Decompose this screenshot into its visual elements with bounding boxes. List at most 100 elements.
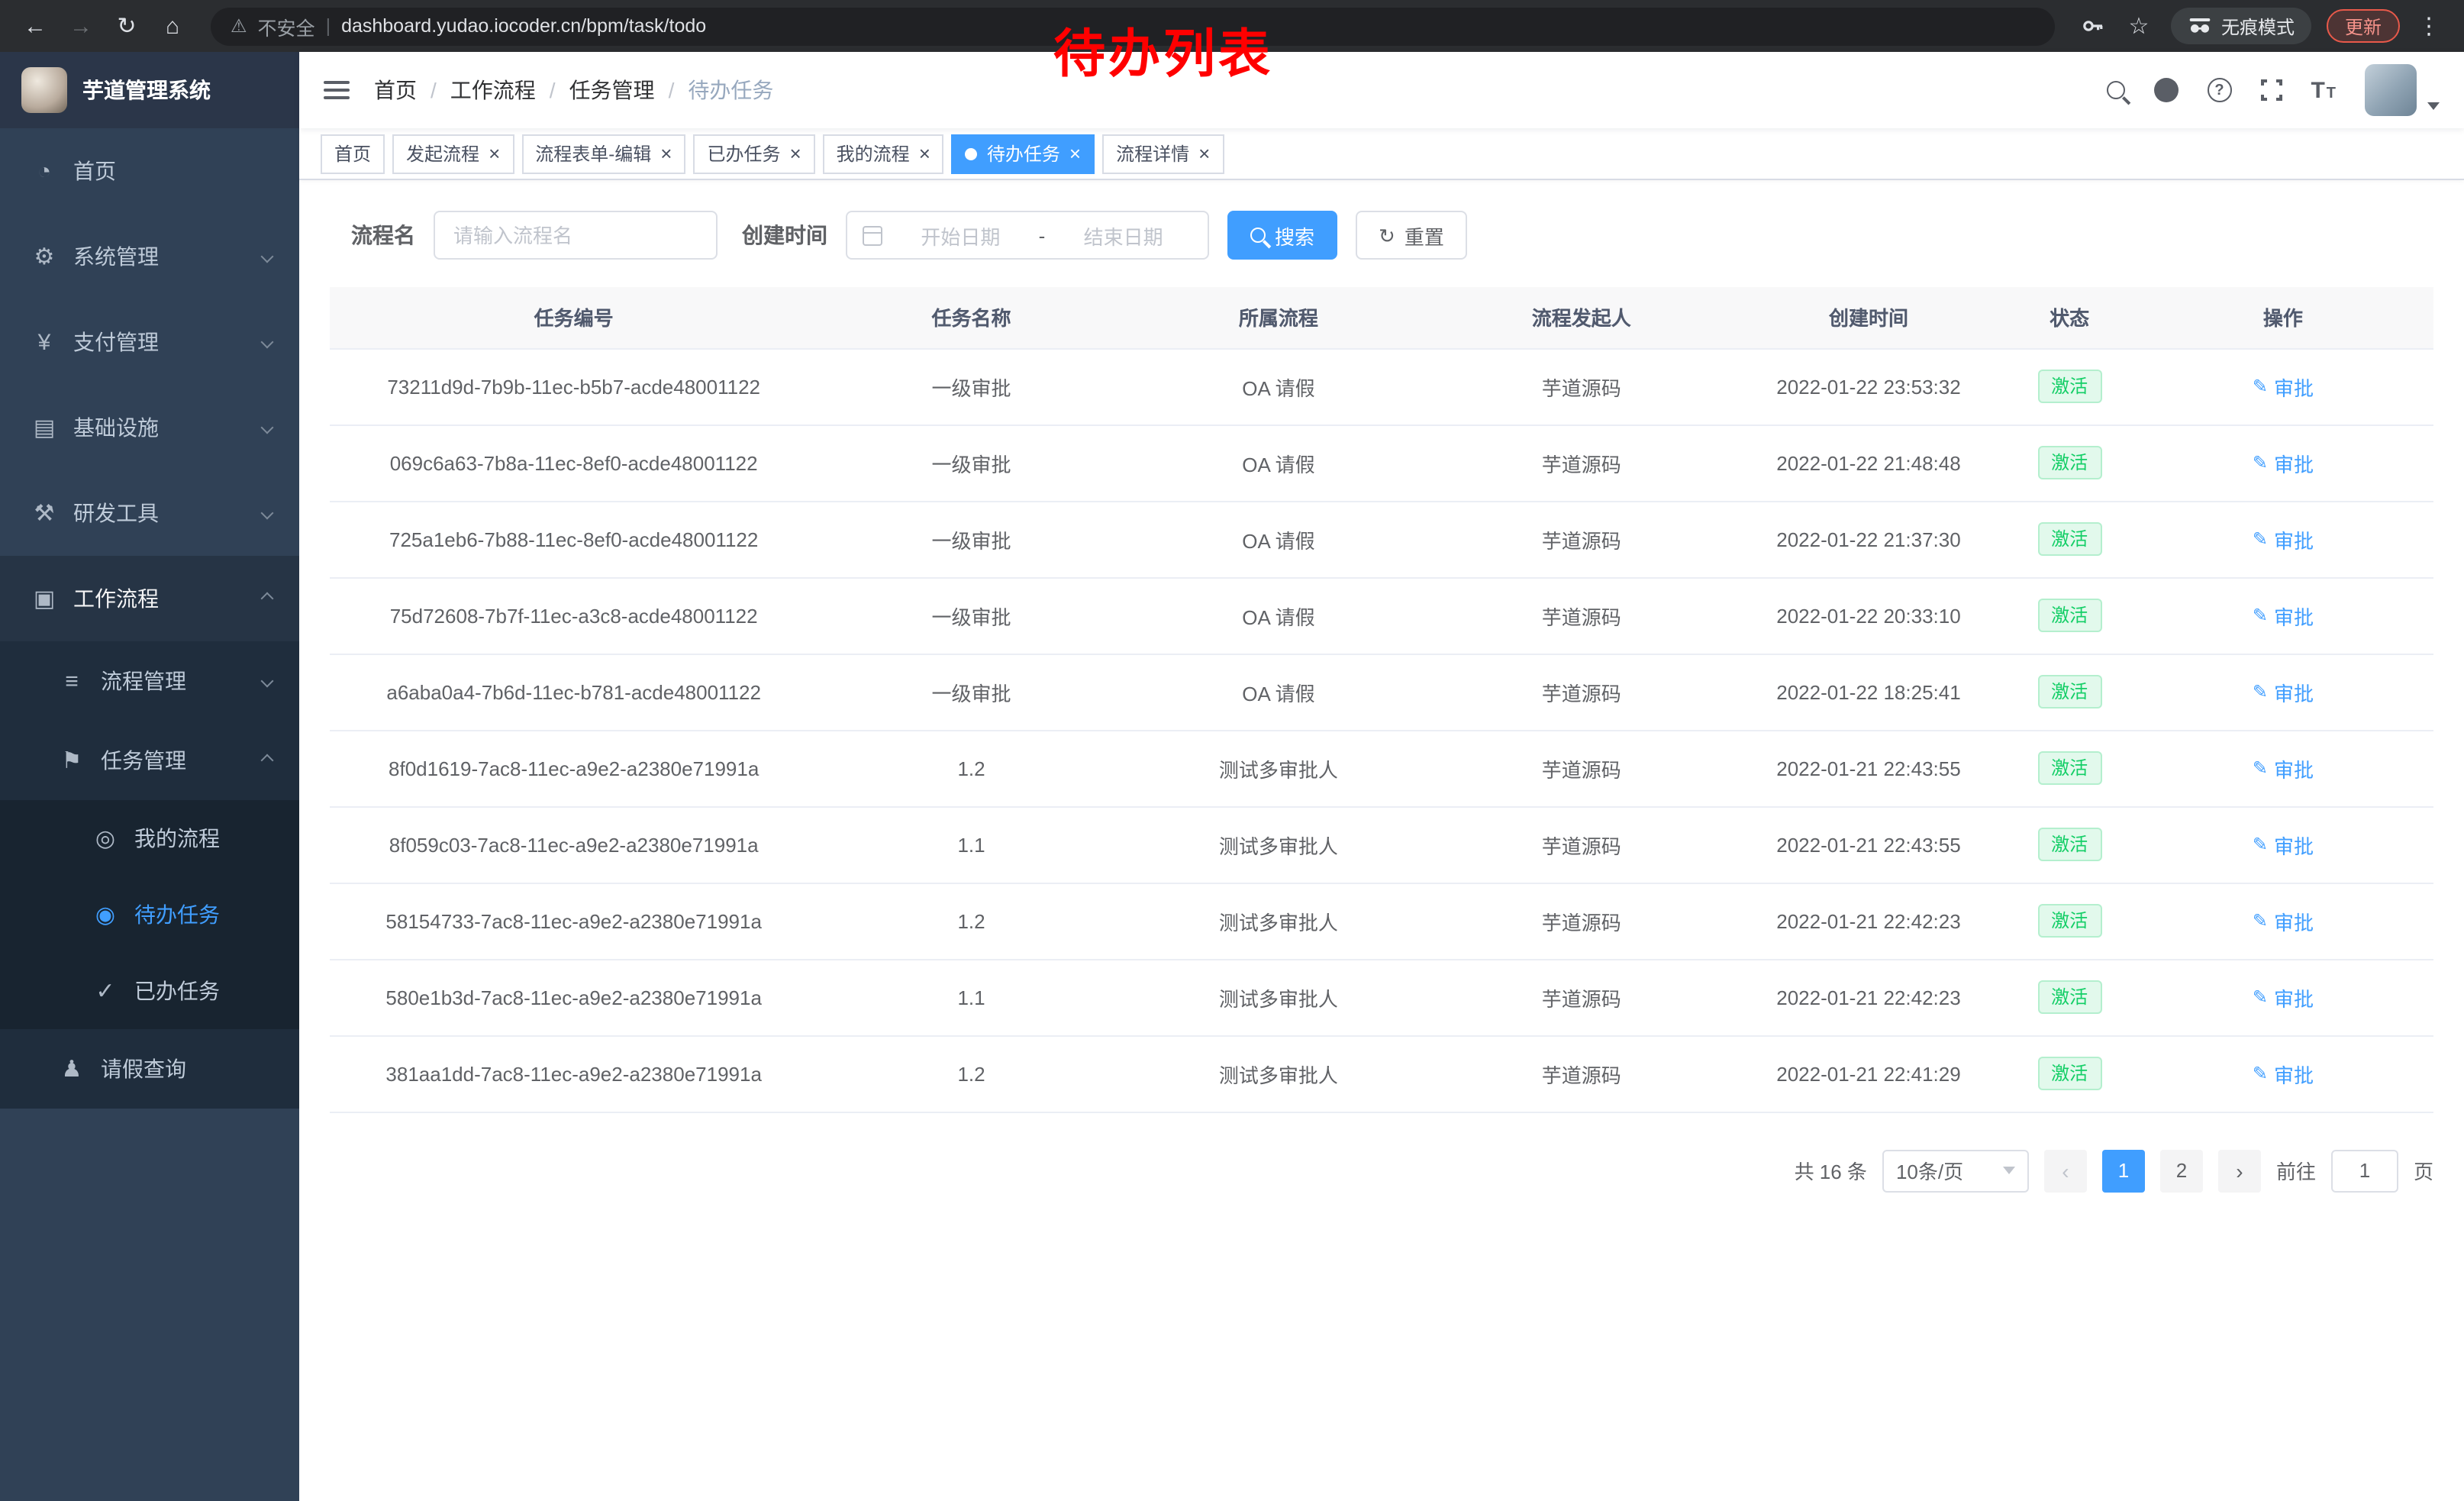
close-icon[interactable]: × [789, 144, 801, 163]
sidebar-item-system[interactable]: ⚙ 系统管理 [0, 214, 299, 299]
sidebar-item-workflow[interactable]: ▣ 工作流程 [0, 556, 299, 641]
tab-process-detail[interactable]: 流程详情 × [1102, 134, 1224, 173]
sidebar-item-payment[interactable]: ¥ 支付管理 [0, 299, 299, 385]
gear-icon: ⚙ [31, 243, 58, 270]
status-badge: 激活 [2037, 599, 2101, 632]
breadcrumb-separator: / [669, 78, 675, 102]
breadcrumb-separator: / [431, 78, 437, 102]
table-row: 580e1b3d-7ac8-11ec-a9e2-a2380e71991a 1.1… [330, 959, 2433, 1035]
refresh-icon: ↻ [1379, 225, 1395, 245]
back-icon[interactable]: ← [15, 15, 55, 37]
browser-menu-icon[interactable]: ⋮ [2409, 15, 2449, 37]
key-icon[interactable] [2073, 14, 2113, 38]
approve-link[interactable]: ✎审批 [2253, 677, 2314, 706]
status-badge: 激活 [2037, 1057, 2101, 1090]
page-size-select[interactable]: 10条/页 [1882, 1149, 2029, 1192]
tab-home[interactable]: 首页 [321, 134, 385, 173]
approve-link[interactable]: ✎审批 [2253, 525, 2314, 554]
github-icon[interactable] [2153, 78, 2178, 102]
approve-link[interactable]: ✎审批 [2253, 983, 2314, 1012]
cell-task-id: 725a1eb6-7b88-11ec-8ef0-acde48001122 [330, 501, 818, 577]
edit-icon: ✎ [2253, 452, 2268, 473]
cell-process: OA 请假 [1125, 654, 1432, 730]
reset-button[interactable]: ↻ 重置 [1356, 211, 1467, 260]
sidebar-item-leave-query[interactable]: ♟ 请假查询 [0, 1029, 299, 1109]
main-area: 首页 / 工作流程 / 任务管理 / 待办任务 ? T T [299, 52, 2464, 1501]
cell-task-id: 73211d9d-7b9b-11ec-b5b7-acde48001122 [330, 348, 818, 424]
chat-icon: ◎ [92, 825, 119, 852]
table-row: 8f059c03-7ac8-11ec-a9e2-a2380e71991a 1.1… [330, 806, 2433, 883]
next-page-button[interactable]: › [2218, 1149, 2261, 1192]
sidebar-item-my-process[interactable]: ◎ 我的流程 [0, 800, 299, 876]
page-button-2[interactable]: 2 [2160, 1149, 2203, 1192]
person-icon: ♟ [58, 1055, 85, 1083]
process-name-input[interactable] [434, 211, 718, 260]
url-separator: | [326, 15, 331, 37]
cell-created: 2022-01-21 22:42:23 [1730, 883, 2006, 959]
search-icon[interactable] [2106, 81, 2124, 99]
sidebar-item-task-management[interactable]: ⚑ 任务管理 [0, 721, 299, 800]
table-row: 58154733-7ac8-11ec-a9e2-a2380e71991a 1.2… [330, 883, 2433, 959]
sidebar-item-infrastructure[interactable]: ▤ 基础设施 [0, 385, 299, 470]
sidebar-item-label: 流程管理 [101, 666, 186, 696]
font-size-icon[interactable]: T T [2311, 79, 2336, 102]
breadcrumb-workflow[interactable]: 工作流程 [450, 75, 536, 105]
sidebar-item-home[interactable]: ◔ 首页 [0, 128, 299, 214]
tab-my-process[interactable]: 我的流程 × [823, 134, 944, 173]
home-icon[interactable]: ⌂ [153, 15, 192, 37]
hamburger-icon[interactable] [324, 81, 350, 99]
bookmark-star-icon[interactable]: ☆ [2119, 15, 2159, 37]
approve-link[interactable]: ✎审批 [2253, 448, 2314, 477]
approve-link[interactable]: ✎审批 [2253, 1059, 2314, 1088]
chevron-down-icon [261, 421, 274, 434]
close-icon[interactable]: × [919, 144, 930, 163]
cell-task-name: 1.1 [818, 806, 1124, 883]
prev-page-button[interactable]: ‹ [2044, 1149, 2087, 1192]
chevron-down-icon [261, 507, 274, 520]
approve-link[interactable]: ✎审批 [2253, 601, 2314, 630]
date-range-picker[interactable]: 开始日期 - 结束日期 [846, 211, 1209, 260]
help-icon[interactable]: ? [2207, 78, 2231, 102]
sidebar-item-todo-task[interactable]: ◉ 待办任务 [0, 876, 299, 953]
tab-done-task[interactable]: 已办任务 × [693, 134, 814, 173]
search-button[interactable]: 搜索 [1227, 211, 1337, 260]
close-icon[interactable]: × [1198, 144, 1210, 163]
breadcrumb-home[interactable]: 首页 [374, 75, 417, 105]
goto-page-input[interactable] [2331, 1149, 2398, 1192]
close-icon[interactable]: × [489, 144, 500, 163]
cell-task-name: 1.2 [818, 730, 1124, 806]
tab-label: 首页 [334, 140, 371, 166]
sidebar-item-process-management[interactable]: ≡ 流程管理 [0, 641, 299, 721]
fullscreen-icon[interactable] [2260, 79, 2282, 101]
tab-todo-task[interactable]: 待办任务 × [952, 134, 1095, 173]
breadcrumb-task-management[interactable]: 任务管理 [569, 75, 655, 105]
approve-link[interactable]: ✎审批 [2253, 830, 2314, 859]
sidebar-item-done-task[interactable]: ✓ 已办任务 [0, 953, 299, 1029]
update-button[interactable]: 更新 [2327, 9, 2400, 43]
cell-starter: 芋道源码 [1432, 959, 1730, 1035]
page-button-1[interactable]: 1 [2102, 1149, 2145, 1192]
tab-form-edit[interactable]: 流程表单-编辑 × [521, 134, 685, 173]
close-icon[interactable]: × [660, 144, 672, 163]
approve-link[interactable]: ✎审批 [2253, 372, 2314, 401]
cell-created: 2022-01-21 22:42:23 [1730, 959, 2006, 1035]
navbar-actions: ? T T [2106, 64, 2440, 116]
tab-start-process[interactable]: 发起流程 × [392, 134, 514, 173]
avatar[interactable] [2365, 64, 2417, 116]
chevron-down-icon [2003, 1167, 2015, 1174]
avatar-caret-icon[interactable] [2427, 102, 2440, 110]
table-row: 75d72608-7b7f-11ec-a3c8-acde48001122 一级审… [330, 577, 2433, 654]
reload-icon[interactable]: ↻ [107, 15, 147, 37]
app-logo[interactable]: 芋道管理系统 [0, 52, 299, 128]
forward-icon[interactable]: → [61, 15, 101, 37]
table-row: 73211d9d-7b9b-11ec-b5b7-acde48001122 一级审… [330, 348, 2433, 424]
approve-link[interactable]: ✎审批 [2253, 754, 2314, 783]
status-badge: 激活 [2037, 980, 2101, 1014]
sidebar-item-label: 任务管理 [101, 745, 186, 776]
security-label: 不安全 [258, 11, 315, 40]
cell-task-name: 1.2 [818, 883, 1124, 959]
sidebar-item-devtools[interactable]: ⚒ 研发工具 [0, 470, 299, 556]
approve-link[interactable]: ✎审批 [2253, 906, 2314, 935]
close-icon[interactable]: × [1069, 144, 1081, 163]
approve-label: 审批 [2274, 372, 2314, 401]
